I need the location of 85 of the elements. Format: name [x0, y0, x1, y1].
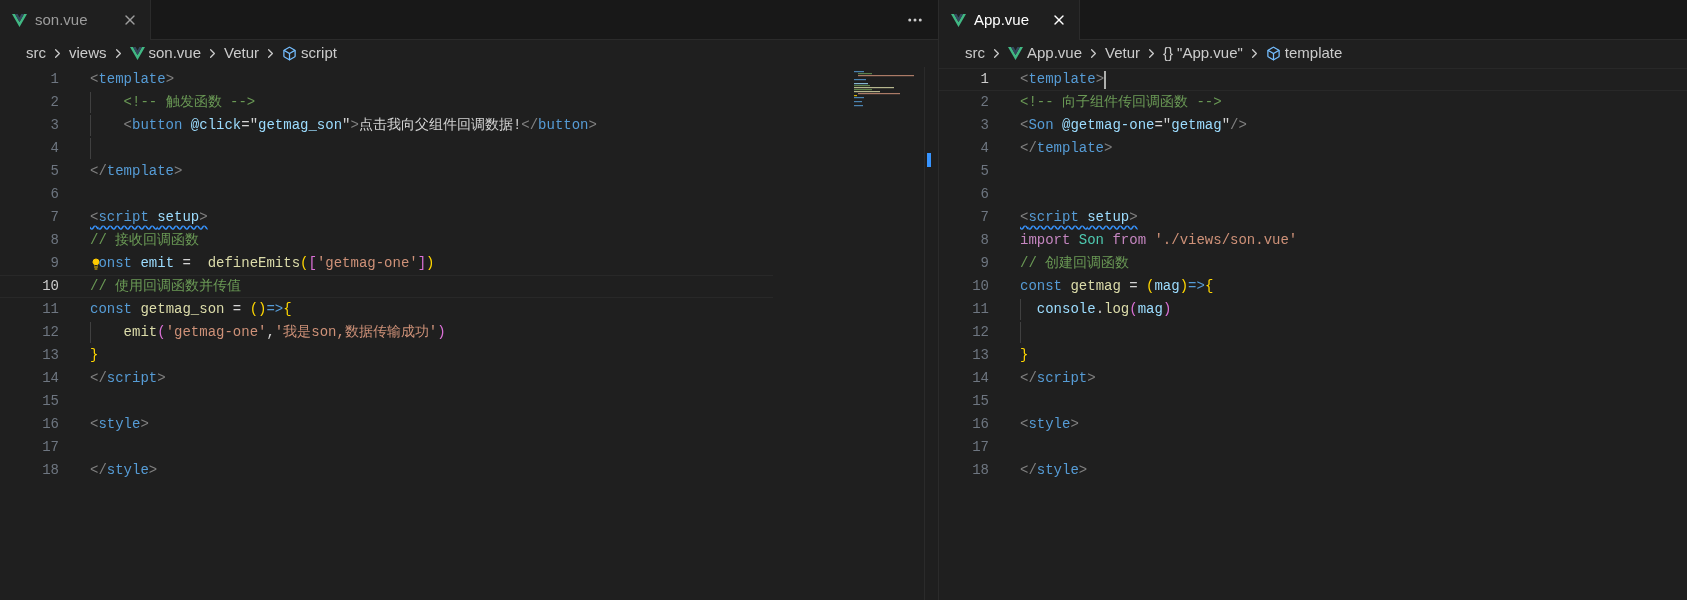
- code-line: // 使用回调函数并传值: [90, 277, 242, 296]
- code-line: onst emit = defineEmits(['getmag-one']): [98, 254, 435, 273]
- cube-icon: [1265, 46, 1281, 61]
- tab-label: App.vue: [974, 9, 1030, 30]
- line-number: 2: [979, 93, 989, 112]
- code-line: const getmag_son = ()=>{: [90, 300, 292, 319]
- code-line: <button @click="getmag_son">点击我向父组件回调数据!</button>: [122, 116, 597, 135]
- breadcrumb-item[interactable]: src: [26, 42, 46, 65]
- code-line: <!-- 触发函数 -->: [122, 93, 256, 112]
- line-number: 6: [49, 185, 59, 204]
- code-line: }: [1020, 346, 1029, 365]
- code-line: </template>: [90, 162, 183, 181]
- breadcrumb-item[interactable]: src: [965, 42, 985, 65]
- line-number: 7: [979, 208, 989, 227]
- line-number: 9: [49, 254, 59, 273]
- vue-icon: [12, 13, 27, 27]
- line-number: 10: [971, 277, 989, 296]
- code-line: <style>: [1020, 415, 1079, 434]
- breadcrumb-item[interactable]: views: [69, 42, 107, 65]
- line-number: 14: [41, 369, 59, 388]
- code-line: <!-- 向子组件传回调函数 -->: [1020, 93, 1222, 112]
- line-number: 12: [41, 323, 59, 342]
- code-line: <script setup>: [90, 208, 208, 227]
- code-line: </style>: [90, 461, 158, 480]
- line-number: 17: [41, 438, 59, 457]
- line-number: 16: [971, 415, 989, 434]
- line-number: 5: [49, 162, 59, 181]
- line-number: 3: [49, 116, 59, 135]
- vue-icon: [1008, 47, 1023, 60]
- line-number: 17: [971, 438, 989, 457]
- editor-tab[interactable]: son.vue: [0, 0, 151, 40]
- cube-icon: [282, 46, 298, 61]
- scroll-marker: [927, 153, 931, 167]
- line-number: 15: [41, 392, 59, 411]
- line-number: 9: [979, 254, 989, 273]
- breadcrumb-item[interactable]: "App.vue": [1177, 42, 1243, 65]
- line-number: 8: [979, 231, 989, 250]
- code-line: </template>: [1020, 139, 1113, 158]
- code-line: </script>: [1020, 369, 1096, 388]
- breadcrumb-item[interactable]: script: [301, 42, 337, 65]
- vue-icon: [129, 47, 145, 60]
- code-line: <template>: [1020, 70, 1105, 89]
- braces-glyph: {}: [1163, 43, 1174, 64]
- code-line: const getmag = (mag)=>{: [1020, 277, 1214, 296]
- line-number: 15: [971, 392, 989, 411]
- code-line: // 接收回调函数: [90, 231, 200, 250]
- breadcrumb-item[interactable]: App.vue: [1027, 42, 1083, 65]
- code-line: </script>: [90, 369, 166, 388]
- breadcrumb-item[interactable]: son.vue: [148, 42, 202, 65]
- code-line: console.log(mag): [1035, 300, 1172, 319]
- line-number: 4: [979, 139, 989, 158]
- line-number: 16: [41, 415, 59, 434]
- code-line: }: [90, 346, 99, 365]
- line-number: 18: [971, 461, 989, 480]
- line-number: 1: [49, 70, 59, 89]
- editor-tab[interactable]: App.vue: [939, 0, 1080, 40]
- line-number: 12: [971, 323, 989, 342]
- code-line: <Son @getmag-one="getmag"/>: [1020, 116, 1247, 135]
- breadcrumb-item[interactable]: Vetur: [1105, 42, 1141, 65]
- line-number: 11: [971, 300, 989, 319]
- line-number: 10: [41, 277, 59, 296]
- line-number: 14: [971, 369, 989, 388]
- breadcrumb-item[interactable]: Vetur: [224, 42, 260, 65]
- code-line: import Son from './views/son.vue': [1020, 231, 1298, 250]
- code-line: // 创建回调函数: [1020, 254, 1130, 273]
- line-number: 5: [979, 162, 989, 181]
- code-line: emit('getmag-one','我是son,数据传输成功'): [122, 323, 446, 342]
- tab-label: son.vue: [35, 9, 88, 30]
- code-line: <script setup>: [1020, 208, 1138, 227]
- line-number: 3: [979, 116, 989, 135]
- line-number: 4: [49, 139, 59, 158]
- code-line: </style>: [1020, 461, 1088, 480]
- code-line: <style>: [90, 415, 149, 434]
- line-number: 2: [49, 93, 59, 112]
- line-number: 1: [979, 70, 989, 89]
- vue-icon: [951, 13, 966, 27]
- line-number: 8: [49, 231, 59, 250]
- line-number: 13: [41, 346, 59, 365]
- line-number: 13: [971, 346, 989, 365]
- line-number: 11: [41, 300, 59, 319]
- code-line: <template>: [90, 70, 175, 89]
- line-number: 7: [49, 208, 59, 227]
- line-number: 18: [41, 461, 59, 480]
- breadcrumb-item[interactable]: template: [1284, 42, 1343, 65]
- line-number: 6: [979, 185, 989, 204]
